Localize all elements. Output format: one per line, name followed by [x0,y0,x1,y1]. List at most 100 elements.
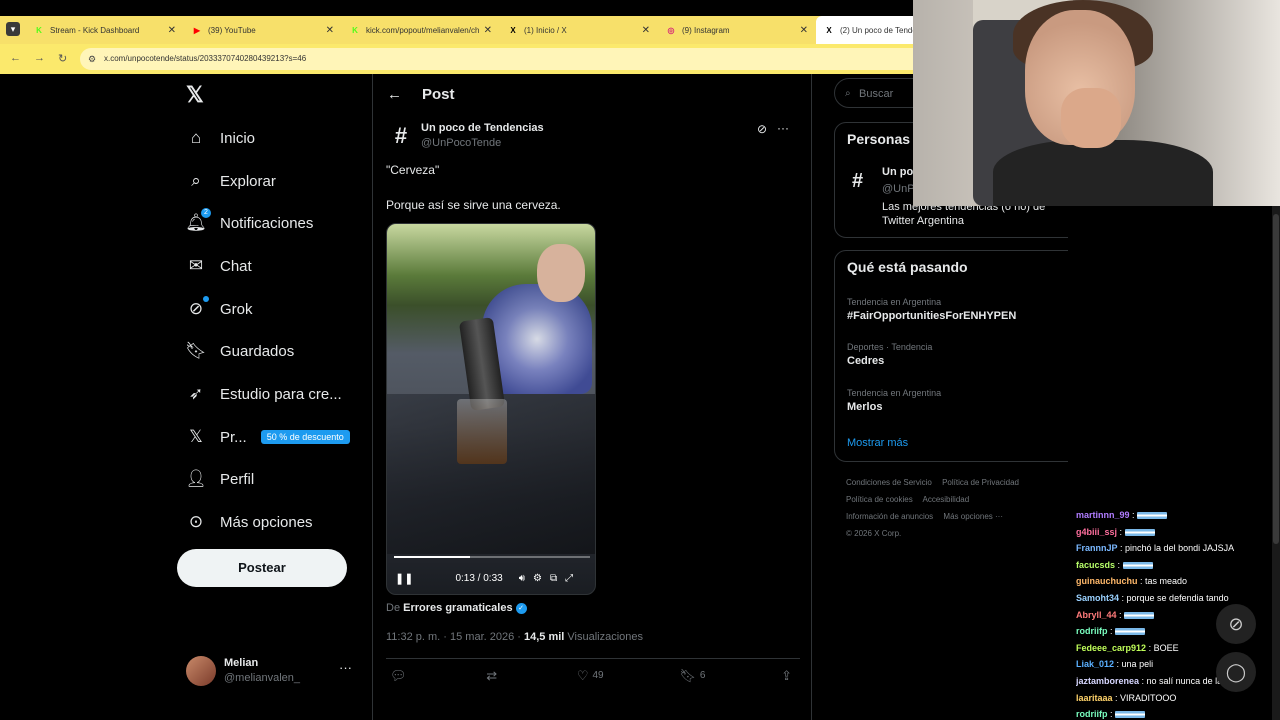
like-button[interactable]: ♡ 49 [577,668,604,684]
author-name[interactable]: Un poco de Tendencias [421,122,544,134]
card-title: Qué está pasando [847,259,968,275]
back-arrow-icon[interactable]: ← [387,86,402,103]
via-source-name[interactable]: Errores gramaticales [403,602,512,614]
nav-item-mas-opciones[interactable]: ⊙ Más opciones [186,507,313,537]
trend-item[interactable]: Deportes · Tendencia Cedres ··· [847,342,1079,367]
repost-icon: ⇄ [486,667,498,683]
suggested-account-name[interactable]: Un po [882,166,913,178]
notification-badge: 2 [201,208,211,218]
nav-item-notificaciones[interactable]: 🔔︎ 2 Notificaciones [185,208,313,238]
mail-icon: ✉ [188,256,204,275]
premium-discount-badge[interactable]: 50 % de descuento [260,430,350,444]
post-button[interactable]: Postear [177,549,347,587]
chat-username[interactable]: laaritaaa [1076,693,1113,703]
show-more-link[interactable]: Mostrar más [847,437,908,449]
home-icon: ⌂ [190,128,202,147]
share-button[interactable]: ⇪ [781,668,796,684]
nav-label: Grok [220,300,253,318]
pause-icon[interactable]: ❚❚ [395,572,413,585]
browser-tab[interactable]: ◎ (9) Instagram ✕ [658,16,816,44]
grok-icon[interactable]: ⊘ [1216,604,1256,644]
chat-username[interactable]: rodriifp [1076,709,1108,719]
browser-tab[interactable]: K kick.com/popout/melianvalen/ch ✕ [342,16,500,44]
reload-icon[interactable]: ↻ [58,52,67,65]
chat-separator: : [1115,559,1123,570]
nav-item-perfil[interactable]: 👤︎ Perfil [185,464,254,494]
nav-item-explorar[interactable]: ⌕ Explorar [186,166,276,196]
chat-username[interactable]: g4biii_ssj [1076,527,1117,537]
nav-item-chat[interactable]: ✉ Chat [186,251,252,281]
close-tab-icon[interactable]: ✕ [484,25,492,36]
chat-separator: : [1119,593,1127,603]
chat-message: Samoht34 : porque se defendia tando [1076,593,1272,603]
chat-username[interactable]: rodriifp [1076,626,1108,636]
footer-link[interactable]: Política de cookies [846,495,913,504]
forward-arrow-icon[interactable]: → [34,52,45,64]
footer-link[interactable]: Más opciones ··· [943,512,1003,521]
footer-links: Condiciones de Servicio Política de Priv… [846,474,1086,542]
chat-message: guinauchuchu : tas meado [1076,576,1272,586]
settings-gear-icon[interactable]: ⚙ [533,573,542,584]
argentina-flag-emote-icon [1122,561,1153,569]
close-tab-icon[interactable]: ✕ [326,25,334,36]
chat-username[interactable]: guinauchuchu [1076,576,1138,586]
chat-username[interactable]: Liak_012 [1076,659,1114,669]
browser-tab[interactable]: X (1) Inicio / X ✕ [500,16,658,44]
chat-bubble-icon[interactable]: ◯ [1216,652,1256,692]
picture-in-picture-icon[interactable]: ⧉ [550,573,557,584]
trend-item[interactable]: Tendencia en Argentina #FairOpportunitie… [847,297,1079,322]
bookmark-button[interactable]: 🔖︎ 6 [679,668,705,684]
video-progress-bar[interactable] [394,556,590,558]
chat-scrollbar[interactable] [1272,206,1280,720]
trend-item[interactable]: Tendencia en Argentina Merlos ··· [847,388,1079,413]
x-logo-icon[interactable]: 𝕏 [186,82,204,108]
browser-tab[interactable]: K Stream - Kick Dashboard ✕ [26,16,184,44]
webcam-person-hand [1061,88,1121,148]
more-icon[interactable]: ··· [339,660,352,675]
post-timestamp[interactable]: 11:32 p. m. · 15 mar. 2026 · [386,631,521,643]
author-handle[interactable]: @UnPocoTende [421,137,501,149]
argentina-flag-emote-icon [1115,628,1146,636]
fullscreen-icon[interactable]: ⤢ [565,573,573,584]
nav-item-inicio[interactable]: ⌂ Inicio [186,123,255,153]
nav-label: Pr... [220,428,247,446]
site-settings-icon[interactable]: ⚙ [88,48,96,70]
browser-tab[interactable]: ▶ (39) YouTube ✕ [184,16,342,44]
chat-separator: : [1117,526,1125,537]
chat-username[interactable]: Fedeee_carp912 [1076,643,1146,653]
close-tab-icon[interactable]: ✕ [642,25,650,36]
account-avatar-hash-icon[interactable]: # [852,170,863,193]
tab-search-dropdown-icon[interactable]: ▾ [6,22,20,36]
video-player[interactable]: ❚❚ 0:13 / 0:33 🔊︎ ⚙ ⧉ ⤢ [386,223,596,595]
argentina-flag-emote-icon [1124,528,1155,536]
chat-username[interactable]: facucsds [1076,560,1115,570]
nav-item-grok[interactable]: ⊘ Grok [186,294,253,324]
chat-message: rodriifp : [1076,709,1272,719]
chat-username[interactable]: Abryll_44 [1076,610,1117,620]
reply-button[interactable]: 💬︎ [390,668,411,684]
chat-username[interactable]: Samoht34 [1076,593,1119,603]
repost-button[interactable]: ⇄ [486,668,501,684]
chat-username[interactable]: martinnn_99 [1076,510,1130,520]
footer-link[interactable]: Condiciones de Servicio [846,478,932,487]
nav-item-estudio[interactable]: ➶ Estudio para cre... [186,379,342,409]
volume-icon[interactable]: 🔊︎ [519,573,525,584]
back-arrow-icon[interactable]: ← [10,52,21,64]
nav-item-premium[interactable]: 𝕏 Pr... 50 % de descuento [186,422,350,452]
chat-username[interactable]: jaztamborenea [1076,676,1139,686]
more-circle-icon: ⊙ [188,512,204,531]
author-avatar-hash-icon[interactable]: # [387,122,415,150]
close-tab-icon[interactable]: ✕ [168,25,176,36]
close-tab-icon[interactable]: ✕ [800,25,808,36]
footer-link[interactable]: Política de Privacidad [942,478,1019,487]
more-icon[interactable]: ··· [777,121,789,135]
grok-icon[interactable]: ⊘ [757,122,767,136]
chat-scrollbar-thumb[interactable] [1273,214,1279,544]
chat-username[interactable]: FrannnJP [1076,543,1118,553]
nav-item-guardados[interactable]: 🔖︎ Guardados [185,336,294,366]
footer-link[interactable]: Accesibilidad [922,495,969,504]
account-switcher[interactable]: Melian @melianvalen_ ··· [186,654,366,688]
video-time: 0:13 / 0:33 [455,572,503,584]
bookmark-count: 6 [699,670,706,681]
footer-link[interactable]: Información de anuncios [846,512,933,521]
